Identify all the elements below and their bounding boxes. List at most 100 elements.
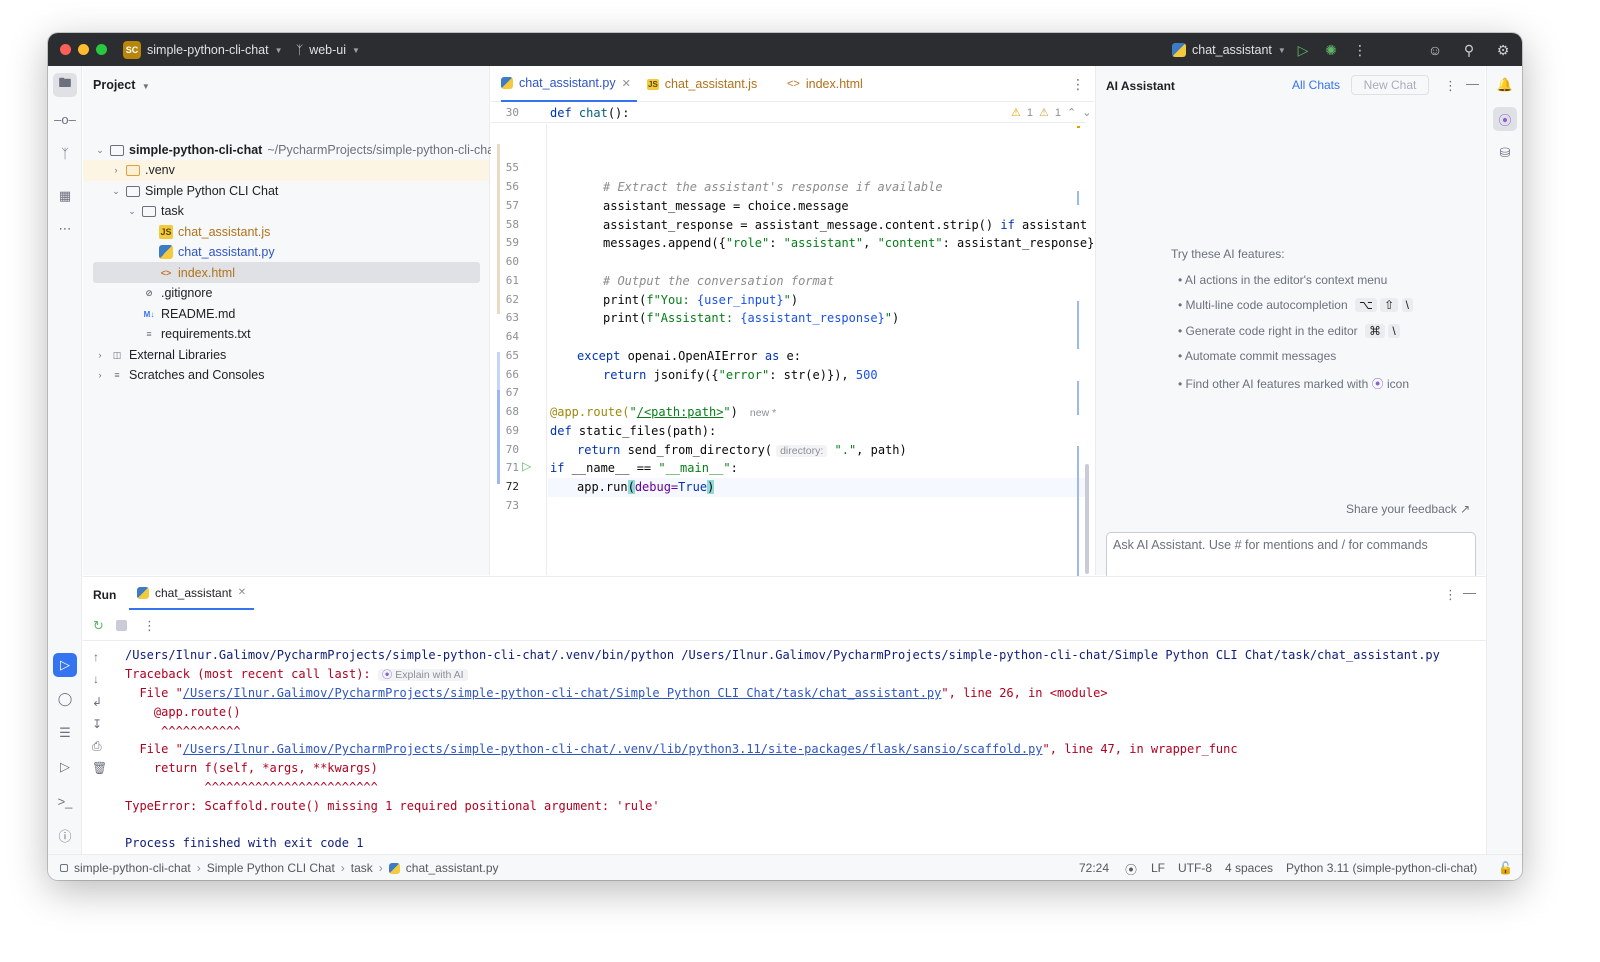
project-panel-header[interactable]: Project ▼ (93, 78, 150, 92)
terminal-icon[interactable]: >_ (53, 789, 77, 813)
branch-switcher[interactable]: ᛉ web-ui ▼ (296, 41, 360, 59)
selected-row-highlight (93, 262, 480, 283)
tree-item-readme[interactable]: M↓ README.md (127, 304, 236, 324)
code-route-link[interactable]: /<path:path> (637, 405, 724, 419)
inspection-widget[interactable]: ⚠ 1 ⚠ 1 ⌃ ⌄ (1011, 106, 1091, 120)
project-folder-icon[interactable]: 🖿 (53, 73, 77, 97)
pull-requests-icon[interactable]: ᛉ (53, 141, 77, 165)
share-feedback-link[interactable]: Share your feedback ↗ (1346, 502, 1470, 516)
markdown-file-icon: M↓ (143, 309, 155, 319)
traceback-file-link[interactable]: /Users/Ilnur.Galimov/PycharmProjects/sim… (183, 742, 1043, 756)
stop-icon[interactable] (116, 620, 127, 631)
breadcrumb-item[interactable]: task (351, 861, 373, 875)
scroll-up-icon[interactable]: ↑ (93, 650, 99, 664)
more-actions-icon[interactable]: ⋮ (1351, 41, 1369, 59)
tree-root[interactable]: ⌄ simple-python-cli-chat ~/PycharmProjec… (95, 140, 497, 160)
ai-status-icon[interactable]: ⦿ (1125, 861, 1137, 878)
indent-setting[interactable]: 4 spaces (1225, 861, 1273, 875)
new-chat-button[interactable]: New Chat (1351, 75, 1429, 95)
add-user-icon[interactable]: ☺ (1426, 41, 1444, 59)
caret-position[interactable]: 72:24 (1079, 861, 1109, 875)
code-line-66: return jsonify({"error": str(e)}), 500 (603, 368, 878, 382)
run-gutter-icon[interactable]: ▷ (522, 459, 531, 473)
lock-icon[interactable]: 🔓 (1498, 861, 1513, 875)
hide-panel-icon[interactable]: — (1466, 76, 1479, 91)
tree-item-index-html[interactable]: <> index.html (159, 263, 235, 283)
clear-trash-icon[interactable]: 🗑 (92, 761, 107, 775)
run-config-selector[interactable]: chat_assistant ▼ (1172, 41, 1286, 59)
feature-label: Generate code right in the editor (1185, 324, 1358, 338)
all-chats-link[interactable]: All Chats (1292, 78, 1340, 92)
breadcrumb-item[interactable]: simple-python-cli-chat (74, 861, 191, 875)
line-separator[interactable]: LF (1151, 861, 1165, 875)
notifications-bell-icon[interactable]: 🔔 (1493, 73, 1517, 97)
minimize-window-button[interactable] (78, 44, 89, 55)
services-icon[interactable]: ▷ (53, 755, 77, 779)
rerun-icon[interactable]: ↻ (93, 618, 104, 634)
close-window-button[interactable] (60, 44, 71, 55)
tab-index-html[interactable]: <> index.html (787, 66, 863, 102)
tree-item-label: task (161, 204, 184, 218)
debug-icon[interactable]: ✺ (1322, 41, 1340, 59)
tree-item-gitignore[interactable]: ⊘ .gitignore (127, 283, 212, 303)
file-encoding[interactable]: UTF-8 (1178, 861, 1212, 875)
python-console-icon[interactable]: ◯ (53, 687, 77, 711)
code-text: e: (779, 349, 801, 363)
editor-scrollbar-thumb[interactable] (1085, 464, 1089, 574)
chevron-down-icon[interactable]: ⌄ (1082, 106, 1091, 119)
code-comment: # Extract the assistant's response if av… (603, 180, 943, 194)
traceback-file-link[interactable]: /Users/Ilnur.Galimov/PycharmProjects/sim… (183, 686, 942, 700)
structure-icon[interactable]: ▦ (53, 184, 77, 208)
more-options-icon[interactable]: ⋮ (1444, 78, 1457, 94)
ai-assistant-icon[interactable]: ⦿ (1493, 107, 1517, 131)
backslash-key-icon: \ (1388, 324, 1400, 338)
left-tool-strip: 🖿 –o– ᛉ ▦ ⋯ ▷ ◯ ☰ ▷ >_ ⓘ ᛉ (48, 66, 82, 877)
print-icon[interactable]: ⎙ (92, 739, 102, 754)
project-switcher[interactable]: SC simple-python-cli-chat ▼ (123, 41, 283, 59)
project-badge: SC (123, 41, 141, 59)
project-panel: Project ▼ ⌄ simple-python-cli-chat ~/Pyc… (83, 66, 498, 575)
run-tool-icon[interactable]: ▷ (53, 653, 77, 677)
tree-item-venv[interactable]: › .venv (111, 160, 175, 180)
search-icon[interactable]: ⚲ (1460, 41, 1478, 59)
scroll-down-icon[interactable]: ↓ (93, 672, 99, 686)
explain-with-ai-button[interactable]: ⦿ Explain with AI (377, 669, 468, 681)
tree-item-requirements[interactable]: ≡ requirements.txt (127, 324, 250, 344)
commit-icon[interactable]: –o– (53, 107, 77, 131)
tab-options-icon[interactable]: ⋮ (1071, 76, 1085, 93)
close-tab-icon[interactable]: ✕ (238, 587, 246, 598)
tree-item-chat-assistant-py[interactable]: chat_assistant.py (159, 242, 275, 262)
run-tab-chat-assistant[interactable]: chat_assistant ✕ (129, 577, 255, 610)
more-options-icon[interactable]: ⋮ (1444, 587, 1457, 603)
external-arrow-icon: ↗ (1460, 502, 1471, 516)
breadcrumb-item[interactable]: Simple Python CLI Chat (207, 861, 335, 875)
tree-item-scratches[interactable]: › ≡ Scratches and Consoles (95, 365, 265, 385)
close-tab-icon[interactable]: ✕ (622, 77, 631, 90)
tree-item-chat-assistant-js[interactable]: JS chat_assistant.js (159, 222, 270, 242)
python-packages-icon[interactable]: ☰ (53, 721, 77, 745)
settings-gear-icon[interactable]: ⚙ (1494, 41, 1512, 59)
tab-chat-assistant-py[interactable]: chat_assistant.py ✕ (501, 66, 637, 102)
more-run-options-icon[interactable]: ⋮ (143, 618, 156, 634)
tree-item-task[interactable]: ⌄ task (127, 201, 184, 221)
breadcrumb-item[interactable]: chat_assistant.py (406, 861, 499, 875)
hide-panel-icon[interactable]: — (1463, 585, 1476, 600)
python-interpreter[interactable]: Python 3.11 (simple-python-cli-chat) (1286, 861, 1477, 875)
chevron-up-icon[interactable]: ⌃ (1067, 106, 1076, 119)
problems-icon[interactable]: ⓘ (53, 823, 77, 847)
database-icon[interactable]: ⛁ (1493, 141, 1517, 165)
code-line-65: except openai.OpenAIError as e: (577, 349, 801, 363)
more-tools-icon[interactable]: ⋯ (53, 217, 77, 241)
scroll-to-end-icon[interactable]: ↧ (92, 717, 102, 731)
new-usages-hint[interactable]: new * (750, 407, 776, 419)
tab-chat-assistant-js[interactable]: JS chat_assistant.js (647, 66, 757, 102)
code-line-69: def static_files(path): (550, 424, 716, 438)
line-number: 64 (505, 330, 519, 343)
tree-item-external-libraries[interactable]: › ◫ External Libraries (95, 345, 227, 365)
tree-item-simple-python-cli-chat[interactable]: ⌄ Simple Python CLI Chat (111, 181, 278, 201)
sticky-scope-header[interactable]: 30 def chat(): ⚠ 1 ⚠ 1 ⌃ ⌄ (491, 103, 1091, 123)
console-exit-line: Process finished with exit code 1 (125, 836, 364, 850)
run-icon[interactable]: ▷ (1294, 41, 1312, 59)
zoom-window-button[interactable] (96, 44, 107, 55)
soft-wrap-icon[interactable]: ↲ (92, 695, 102, 709)
